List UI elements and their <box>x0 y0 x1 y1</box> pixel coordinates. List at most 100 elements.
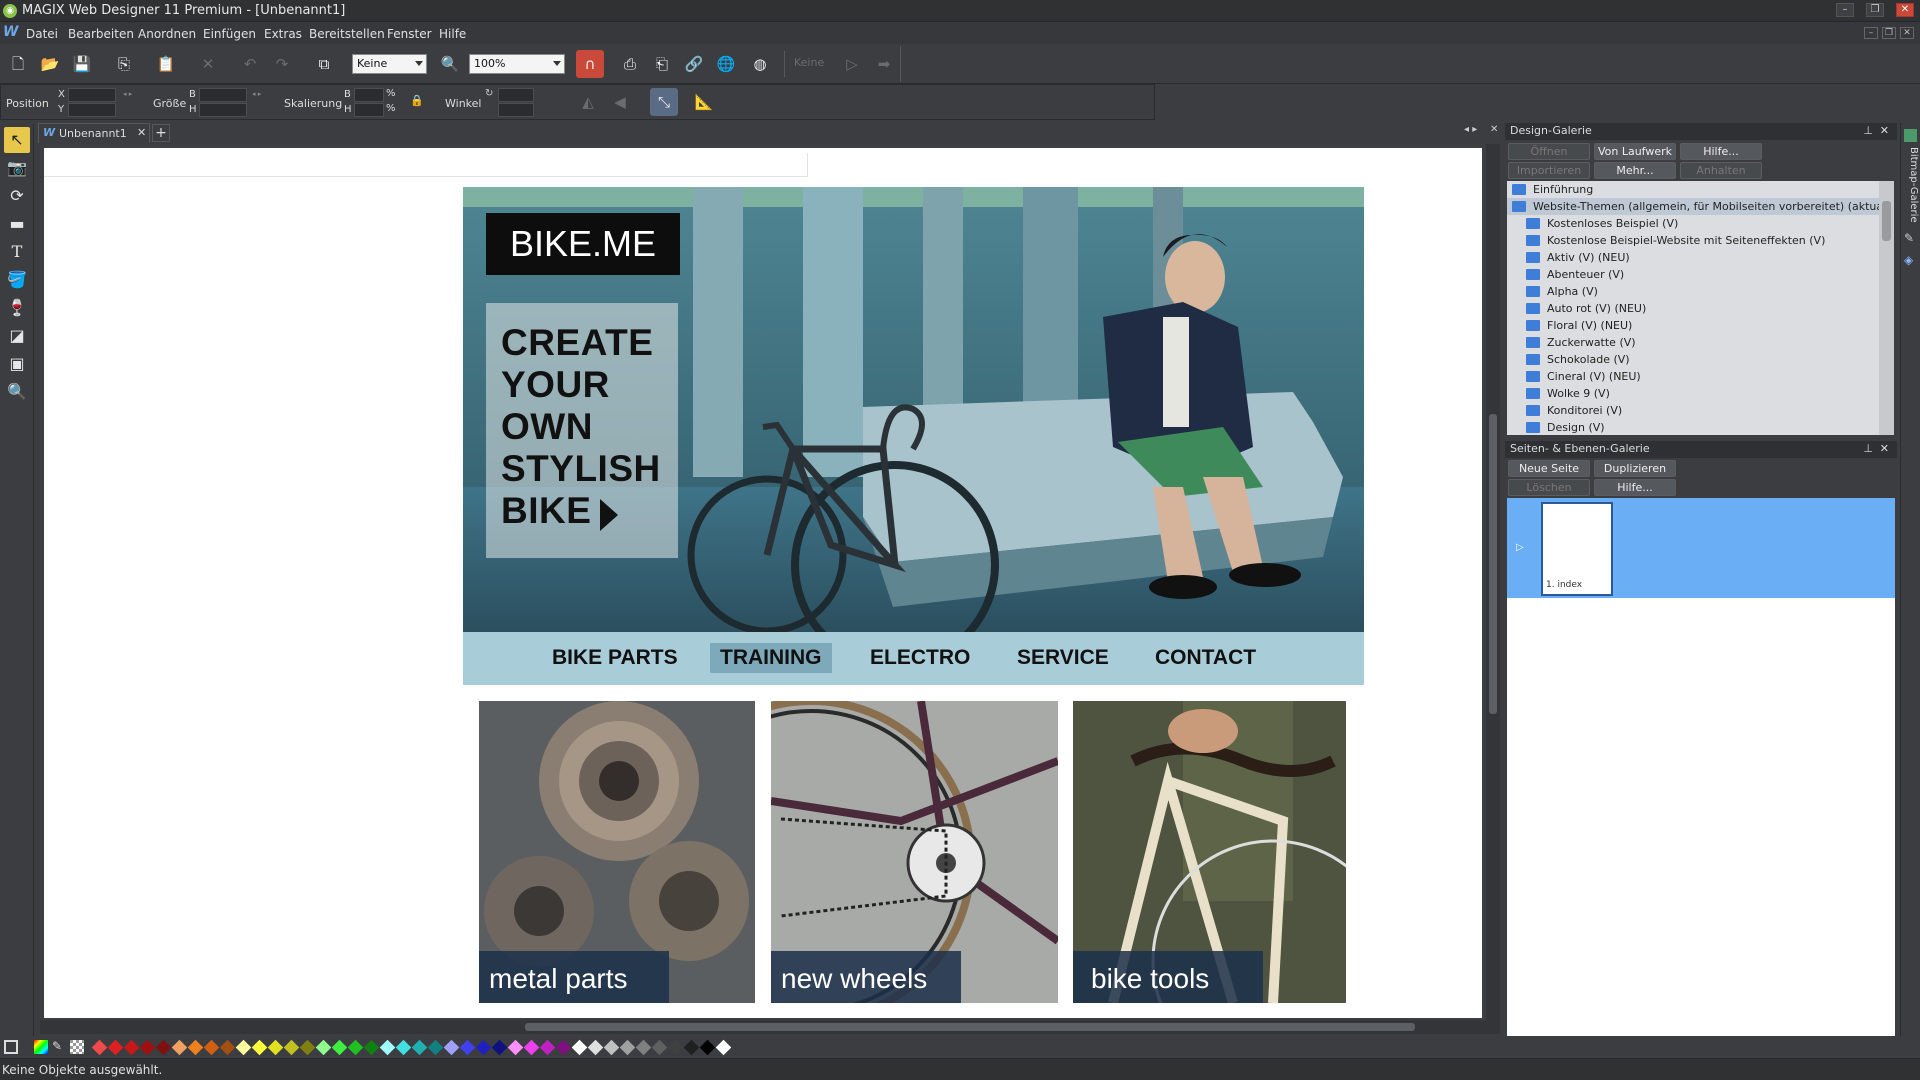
transform-icon[interactable]: ⧉ <box>310 50 338 78</box>
list-item[interactable]: Design (V) <box>1507 419 1879 435</box>
list-item[interactable]: Website-Themen (allgemein, für Mobilseit… <box>1507 198 1879 215</box>
design-list-scroll-thumb[interactable] <box>1882 201 1891 241</box>
list-item[interactable]: Schokolade (V) <box>1507 351 1879 368</box>
eyedropper-icon[interactable]: ✎ <box>52 1039 62 1053</box>
play-icon[interactable]: ▷ <box>838 50 866 78</box>
list-item[interactable]: Zuckerwatte (V) <box>1507 334 1879 351</box>
lock-icon[interactable]: 🔒 <box>410 94 424 107</box>
text-tool-icon[interactable]: T <box>4 239 30 265</box>
page-settings-icon[interactable]: ⎙ <box>616 50 644 78</box>
list-item[interactable]: Auto rot (V) (NEU) <box>1507 300 1879 317</box>
publish-icon[interactable]: ◍ <box>746 50 774 78</box>
doc-restore-button[interactable]: ❐ <box>1882 27 1896 39</box>
skew-field[interactable] <box>498 103 534 117</box>
copy-icon[interactable]: ⎘ <box>110 50 138 78</box>
nav-electro[interactable]: ELECTRO <box>860 643 980 673</box>
flip-horizontal-icon[interactable]: ◭ <box>574 88 602 116</box>
import-button[interactable]: Importieren <box>1508 162 1590 179</box>
list-item[interactable]: Cineral (V) (NEU) <box>1507 368 1879 385</box>
bitmap-gallery-icon[interactable] <box>1904 129 1917 142</box>
from-drive-button[interactable]: Von Laufwerk <box>1594 143 1676 160</box>
help-button[interactable]: Hilfe... <box>1680 143 1762 160</box>
layers-icon[interactable]: ◈ <box>1904 253 1913 267</box>
pin-icon[interactable]: ⊥ <box>1863 124 1873 137</box>
zoom-icon[interactable]: 🔍 <box>436 50 464 78</box>
position-x-field[interactable] <box>68 88 116 102</box>
selector-tool-icon[interactable]: ↖ <box>4 127 30 153</box>
design-list-scrollbar[interactable] <box>1879 181 1894 435</box>
nav-service[interactable]: SERVICE <box>1007 643 1119 673</box>
delete-icon[interactable]: ✕ <box>194 50 222 78</box>
close-button[interactable]: ✕ <box>1896 3 1914 17</box>
selection-mode-icon[interactable]: ⤡ <box>650 88 678 116</box>
undo-icon[interactable]: ↶ <box>236 50 264 78</box>
menu-einfuegen[interactable]: Einfügen <box>203 27 256 41</box>
new-page-button[interactable]: Neue Seite <box>1508 460 1590 477</box>
list-item[interactable]: Einführung <box>1507 181 1879 198</box>
close-panel-icon[interactable]: ✕ <box>1880 442 1889 455</box>
horizontal-scroll-thumb[interactable] <box>525 1023 1415 1031</box>
doc-minimize-button[interactable]: – <box>1864 27 1878 39</box>
pages-help-button[interactable]: Hilfe... <box>1594 479 1676 496</box>
color-picker-icon[interactable] <box>34 1040 48 1054</box>
height-field[interactable] <box>199 103 247 117</box>
list-item[interactable]: Kostenloses Beispiel (V) <box>1507 215 1879 232</box>
list-item[interactable]: Abenteuer (V) <box>1507 266 1879 283</box>
vertical-scroll-thumb[interactable] <box>1489 414 1497 714</box>
site-logo[interactable]: BIKE.ME <box>486 213 680 275</box>
menu-anordnen[interactable]: Anordnen <box>138 27 196 41</box>
card-bike-tools[interactable]: bike tools <box>1073 701 1346 1003</box>
minimize-button[interactable]: – <box>1836 3 1854 17</box>
rectangle-tool-icon[interactable]: ▬ <box>4 211 30 237</box>
menu-bereitstellen[interactable]: Bereitstellen <box>309 27 385 41</box>
flip-vertical-icon[interactable]: ◀ <box>606 88 634 116</box>
pause-button[interactable]: Anhalten <box>1680 162 1762 179</box>
list-item[interactable]: Alpha (V) <box>1507 283 1879 300</box>
pin-icon[interactable]: ⊥ <box>1863 442 1873 455</box>
delete-page-button[interactable]: Löschen <box>1508 479 1590 496</box>
menu-fenster[interactable]: Fenster <box>387 27 432 41</box>
app-menu-icon[interactable]: W <box>3 24 18 40</box>
fill-combo[interactable]: Keine <box>352 54 427 74</box>
list-item[interactable]: Kostenlose Beispiel-Website mit Seitenef… <box>1507 232 1879 249</box>
list-item[interactable]: Floral (V) (NEU) <box>1507 317 1879 334</box>
menu-hilfe[interactable]: Hilfe <box>439 27 466 41</box>
scale-width-field[interactable] <box>354 88 384 102</box>
page-thumbnail[interactable]: 1. index <box>1541 502 1613 596</box>
forward-arrow-icon[interactable]: ➡ <box>870 50 898 78</box>
position-y-field[interactable] <box>68 103 116 117</box>
paste-icon[interactable]: 📋 <box>152 50 180 78</box>
vertical-scrollbar[interactable] <box>1486 144 1500 1020</box>
fill-tool-icon[interactable]: 🪣 <box>4 267 30 293</box>
expand-icon[interactable]: ▷ <box>1516 542 1524 553</box>
zoom-tool-icon[interactable]: 🔍 <box>4 379 30 405</box>
close-document-icon[interactable]: ✕ <box>1490 124 1498 135</box>
shadow-tool-icon[interactable]: ◪ <box>4 323 30 349</box>
photo-tool-icon[interactable]: 📷 <box>4 155 30 181</box>
horizontal-scrollbar[interactable] <box>40 1020 1500 1034</box>
link-icon[interactable]: 🔗 <box>680 50 708 78</box>
menu-extras[interactable]: Extras <box>264 27 302 41</box>
web-preview-icon[interactable]: 🌐 <box>712 50 740 78</box>
maximize-button[interactable]: ❐ <box>1866 3 1884 17</box>
shape-edit-tool-icon[interactable]: ⟳ <box>4 183 30 209</box>
card-new-wheels[interactable]: new wheels <box>771 701 1058 1003</box>
spin-icon[interactable]: ◂ ▸ <box>252 90 261 98</box>
menu-datei[interactable]: Datei <box>26 27 58 41</box>
menu-bearbeiten[interactable]: Bearbeiten <box>68 27 134 41</box>
angle-field[interactable] <box>498 88 534 102</box>
document-tab[interactable]: W Unbenannt1 ✕ <box>38 123 150 143</box>
ruler-icon[interactable]: 📐 <box>690 88 718 116</box>
redo-icon[interactable]: ↷ <box>268 50 296 78</box>
more-button[interactable]: Mehr... <box>1594 162 1676 179</box>
spin-icon[interactable]: ◂ ▸ <box>123 90 132 98</box>
nav-contact[interactable]: CONTACT <box>1145 643 1266 673</box>
bitmap-gallery-tab[interactable]: Bitmap-Galerie <box>1903 147 1919 227</box>
new-document-icon[interactable]: 🗋 <box>4 50 32 78</box>
duplicate-button[interactable]: Duplizieren <box>1594 460 1676 477</box>
tool-icon[interactable]: ✎ <box>1904 231 1914 245</box>
list-item[interactable]: Wolke 9 (V) <box>1507 385 1879 402</box>
zoom-combo[interactable]: 100% <box>469 54 565 74</box>
tab-scroll-icon[interactable]: ◂ ▸ <box>1464 124 1477 135</box>
close-panel-icon[interactable]: ✕ <box>1880 124 1889 137</box>
